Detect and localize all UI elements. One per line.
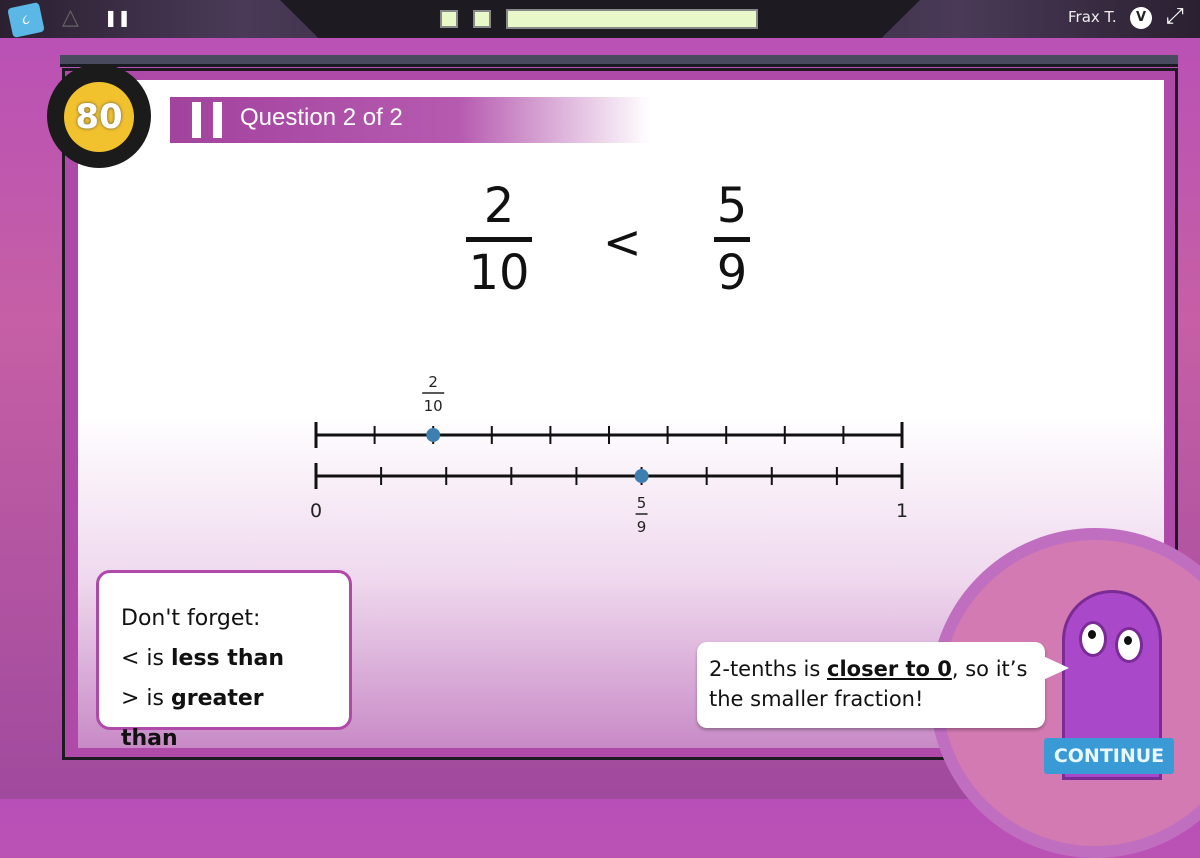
left-denominator: 10 — [468, 245, 530, 301]
question-counter: Question 2 of 2 — [240, 104, 403, 131]
left-numerator: 2 — [483, 178, 515, 234]
number-line-ninths — [314, 463, 904, 489]
frame-rail — [60, 55, 1178, 67]
speech-part-1: 2-tenths is — [709, 657, 828, 681]
user-name[interactable]: Frax T. — [1068, 8, 1117, 26]
triangle-icon[interactable]: △ — [62, 5, 79, 30]
progress-step-2 — [473, 10, 491, 28]
less-prefix: < is — [121, 646, 171, 671]
progress-bar — [506, 9, 758, 29]
right-numerator: 5 — [716, 178, 748, 234]
comparison-operator: < — [603, 215, 642, 269]
greater-prefix: > is — [121, 686, 171, 711]
fraction-point — [426, 428, 441, 442]
bottom-point-numerator: 5 — [637, 494, 647, 512]
fullscreen-icon[interactable]: ⤢ — [1166, 4, 1184, 29]
fraction-point — [634, 469, 649, 483]
mascot-eye — [1115, 627, 1143, 663]
reminder-less-than: < is less than — [121, 639, 327, 679]
reminder-greater-than: > is greater than — [121, 679, 327, 759]
right-denominator: 9 — [716, 245, 748, 301]
bottom-point-denominator: 9 — [637, 518, 647, 536]
right-fraction: 5 9 — [714, 178, 750, 301]
mascot-eye — [1079, 621, 1107, 657]
left-fraction: 2 10 — [466, 178, 532, 301]
reminder-title: Don't forget: — [121, 606, 261, 631]
user-badge-icon[interactable]: V — [1130, 7, 1152, 29]
number-line-tenths — [314, 422, 904, 448]
fraction-bar — [466, 237, 532, 242]
reminder-box: Don't forget: < is less than > is greate… — [96, 570, 352, 751]
start-label: 0 — [310, 500, 322, 522]
fraction-bar — [714, 237, 750, 242]
number-lines: 2 10 5 9 0 1 — [310, 373, 908, 536]
pause-icon[interactable]: ❚❚ — [104, 8, 131, 27]
top-point-denominator: 10 — [424, 397, 443, 415]
top-point-numerator: 2 — [428, 373, 438, 391]
continue-button[interactable]: CONTINUE — [1044, 738, 1174, 774]
progress-step-1 — [440, 10, 458, 28]
pause-button[interactable] — [192, 102, 222, 138]
less-than-text: less than — [171, 646, 284, 671]
speech-bubble: 2-tenths is closer to 0, so it’s the sma… — [697, 642, 1069, 728]
speech-emphasis: closer to 0 — [827, 657, 952, 681]
end-label: 1 — [896, 500, 908, 522]
score-value: 80 — [64, 82, 134, 152]
